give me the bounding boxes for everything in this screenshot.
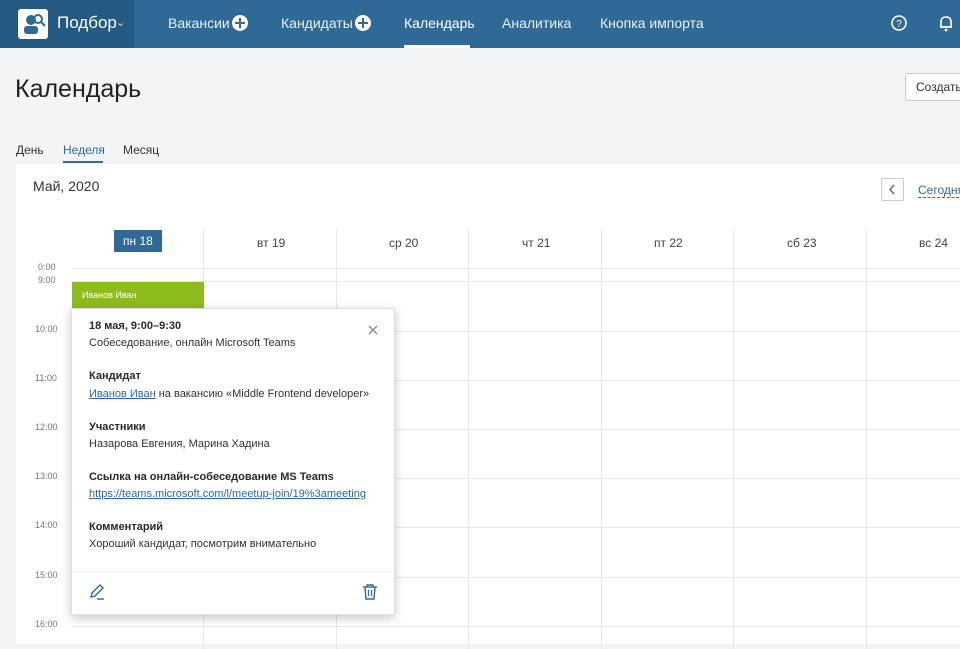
day-header-wed[interactable]: ср 20 (389, 236, 418, 250)
time-label: 0:00 (38, 262, 56, 272)
grid-column-divider (601, 229, 602, 649)
svg-text:?: ? (896, 19, 902, 30)
page-title: Календарь (15, 75, 142, 103)
time-label: 14:00 (35, 520, 58, 530)
top-navigation: Подбор ⌄ Вакансии Кандидаты Календарь Ан… (0, 0, 960, 48)
candidate-vacancy-text: на вакансию «Middle Frontend developer» (158, 388, 370, 400)
grid-row-line (72, 281, 960, 282)
candidate-heading: Кандидат (89, 370, 141, 382)
day-header-mon[interactable]: пн 18 (114, 230, 162, 252)
tab-week[interactable]: Неделя (63, 143, 105, 157)
brand-name: Подбор (57, 13, 117, 32)
popover-footer-divider (72, 571, 394, 572)
comment-heading: Комментарий (89, 521, 164, 533)
time-label: 16:00 (35, 619, 58, 629)
meeting-link[interactable]: https://teams.microsoft.com/l/meetup-joi… (89, 488, 366, 500)
time-label: 13:00 (35, 471, 58, 481)
participants-list: Назарова Евгения, Марина Хадина (89, 438, 270, 450)
prev-week-button[interactable] (881, 178, 904, 201)
grid-row-line (72, 626, 960, 627)
nav-item-import-button[interactable]: Кнопка импорта (600, 15, 704, 31)
grid-column-divider (468, 229, 469, 649)
participants-heading: Участники (89, 421, 146, 433)
nav-item-calendar[interactable]: Календарь (404, 15, 475, 31)
day-header-thu[interactable]: чт 21 (522, 236, 550, 250)
add-candidate-plus-icon[interactable] (355, 15, 371, 31)
event-type: Собеседование, онлайн Microsoft Teams (89, 337, 296, 349)
tab-week-underline (63, 161, 103, 163)
create-button[interactable]: Создать (905, 73, 960, 101)
time-label: 9:00 (38, 275, 56, 285)
edit-pencil-icon[interactable] (88, 583, 106, 606)
nav-item-analytics[interactable]: Аналитика (502, 15, 571, 31)
brand-switcher[interactable]: Подбор ⌄ (0, 0, 134, 48)
candidate-line: Иванов Иван на вакансию «Middle Frontend… (89, 388, 369, 400)
meeting-link-heading: Ссылка на онлайн-собеседование MS Teams (89, 471, 334, 483)
today-button[interactable]: Сегодня (918, 183, 960, 198)
grid-row-line (72, 268, 960, 269)
time-label: 15:00 (35, 570, 58, 580)
trash-icon[interactable] (362, 583, 378, 606)
nav-item-vacancies[interactable]: Вакансии (168, 15, 230, 31)
bell-icon[interactable] (937, 14, 955, 37)
event-datetime: 18 мая, 9:00–9:30 (89, 320, 182, 332)
add-vacancy-plus-icon[interactable] (232, 15, 248, 31)
app-logo-icon (18, 9, 48, 39)
comment-text: Хороший кандидат, посмотрим внимательно (89, 538, 317, 550)
time-label: 10:00 (35, 324, 58, 334)
nav-active-indicator (404, 45, 470, 48)
chevron-down-icon: ⌄ (116, 17, 126, 29)
grid-column-divider (733, 229, 734, 649)
time-label: 12:00 (35, 422, 58, 432)
calendar-event[interactable]: Иванов Иван (72, 282, 204, 308)
tab-day[interactable]: День (16, 143, 44, 157)
help-icon[interactable]: ? (890, 14, 908, 37)
close-icon[interactable] (367, 323, 379, 341)
grid-column-divider (866, 229, 867, 649)
event-details-popover: 18 мая, 9:00–9:30 Собеседование, онлайн … (71, 308, 395, 615)
candidate-link[interactable]: Иванов Иван (89, 388, 156, 400)
day-header-sun[interactable]: вс 24 (919, 236, 948, 250)
time-label: 11:00 (35, 373, 57, 383)
nav-item-candidates[interactable]: Кандидаты (281, 15, 353, 31)
tab-month[interactable]: Месяц (123, 143, 159, 157)
day-header-tue[interactable]: вт 19 (257, 236, 285, 250)
chevron-left-icon (889, 184, 895, 195)
day-header-fri[interactable]: пт 22 (654, 236, 683, 250)
month-label: Май, 2020 (33, 178, 100, 194)
day-header-sat[interactable]: сб 23 (787, 236, 817, 250)
